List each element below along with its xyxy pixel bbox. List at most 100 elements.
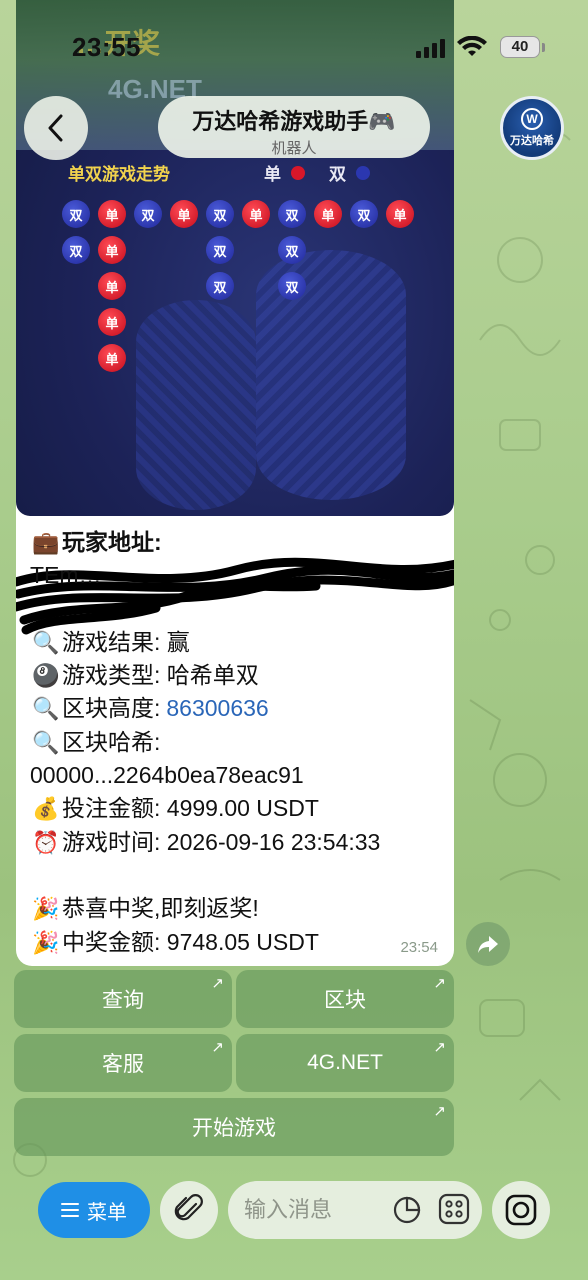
share-arrow-icon — [478, 936, 498, 953]
start-game-button[interactable]: 开始游戏 ↗ — [14, 1098, 454, 1156]
player-address: TEm… — [30, 562, 102, 589]
prize-amount: 中奖金额: 9748.05 USDT — [62, 928, 319, 955]
emoji-grid-icon[interactable] — [438, 1193, 470, 1225]
player-address-row: TEm… — [30, 559, 450, 592]
game-time: 游戏时间: 2026-09-16 23:54:33 — [62, 828, 381, 855]
trend-cell: 单 — [242, 200, 270, 228]
money-bag-icon: 💰 — [32, 796, 60, 822]
menu-button[interactable]: 菜单 — [38, 1182, 150, 1238]
trend-cell: 双 — [62, 200, 90, 228]
type-row: 🎱 游戏类型: 哈希单双 — [30, 659, 450, 692]
trend-cell: 双 — [62, 236, 90, 264]
external-arrow-icon: ↗ — [433, 975, 446, 992]
trend-cell: 双 — [206, 236, 234, 264]
game-type: 游戏类型: 哈希单双 — [62, 662, 259, 689]
trend-cell: 双 — [278, 200, 306, 228]
bot-avatar[interactable]: W 万达哈希 — [500, 96, 564, 160]
battery-icon: 40 — [500, 36, 540, 58]
magnifier-icon: 🔍 — [32, 729, 60, 755]
height-row: 🔍 区块高度: 86300636 — [30, 692, 450, 725]
player-label: 玩家地址: — [62, 529, 162, 555]
chip-stack — [136, 300, 256, 510]
trend-cell: 单 — [98, 344, 126, 372]
party-popper-icon: 🎉 — [32, 896, 60, 922]
block-hash: 00000...2264b0ea78eac91 — [30, 762, 304, 789]
avatar-text: 万达哈希 — [510, 135, 554, 147]
external-arrow-icon: ↗ — [433, 1039, 446, 1056]
magnifier-icon: 🔍 — [32, 629, 60, 655]
legend-label-shuang: 双 — [329, 165, 346, 184]
billiard-ball-icon: 🎱 — [32, 663, 60, 689]
chevron-left-icon — [48, 114, 63, 142]
avatar-logo-icon: W — [521, 108, 543, 130]
legend-dot-dan — [291, 165, 305, 180]
congrats-text: 恭喜中奖,即刻返奖! — [62, 895, 259, 922]
wifi-icon — [457, 36, 487, 56]
cellular-signal-icon — [416, 39, 445, 58]
forward-button[interactable] — [466, 922, 510, 966]
support-button[interactable]: 客服 ↗ — [14, 1034, 232, 1092]
game-result: 游戏结果: 赢 — [62, 628, 190, 655]
message-text: 💼 玩家地址: TEm… 🔍 游戏结果: 赢 🎱 游戏类型: 哈希单双 🔍 区块… — [30, 526, 450, 959]
query-button-label: 查询 — [102, 989, 144, 1012]
player-row: 💼 玩家地址: — [30, 526, 450, 559]
chat-title[interactable]: 万达哈希游戏助手🎮 机器人 — [158, 96, 430, 158]
trend-cell: 双 — [206, 272, 234, 300]
status-bar: 23:55 40 — [0, 0, 588, 92]
party-popper-icon: 🎉 — [32, 929, 60, 955]
message-input[interactable] — [244, 1193, 394, 1227]
trend-cell: 单 — [98, 200, 126, 228]
trend-cell: 单 — [98, 308, 126, 336]
trend-title: 单双游戏走势 — [68, 165, 170, 184]
menu-button-label: 菜单 — [87, 1201, 127, 1224]
trend-cell: 单 — [386, 200, 414, 228]
trend-cell: 双 — [278, 272, 306, 300]
site-button-label: 4G.NET — [307, 1051, 383, 1074]
external-arrow-icon: ↗ — [211, 975, 224, 992]
chat-subtitle: 机器人 — [271, 140, 317, 157]
magnifier-icon: 🔍 — [32, 696, 60, 722]
block-height-link[interactable]: 86300636 — [166, 692, 268, 725]
hash-value-row: 00000...2264b0ea78eac91 — [30, 759, 450, 792]
bet-amount: 投注金额: 4999.00 USDT — [62, 795, 319, 822]
site-button[interactable]: 4G.NET ↗ — [236, 1034, 454, 1092]
paperclip-icon — [174, 1194, 203, 1221]
attach-button[interactable] — [160, 1181, 218, 1239]
sticker-icon[interactable] — [392, 1195, 422, 1225]
legend-dot-shuang — [356, 165, 370, 180]
message-timestamp: 23:54 — [400, 939, 438, 956]
time-row: ⏰ 游戏时间: 2026-09-16 23:54:33 — [30, 826, 450, 859]
congrats-row: 🎉 恭喜中奖,即刻返奖! — [30, 892, 450, 925]
result-row: 🔍 游戏结果: 赢 — [30, 626, 450, 659]
hash-row: 🔍 区块哈希: — [30, 726, 450, 759]
briefcase-icon: 💼 — [32, 530, 60, 555]
camera-button[interactable] — [492, 1181, 550, 1239]
bet-row: 💰 投注金额: 4999.00 USDT — [30, 792, 450, 825]
trend-cell: 双 — [206, 200, 234, 228]
back-button[interactable] — [24, 96, 88, 160]
trend-cell: 单 — [98, 272, 126, 300]
camera-icon — [505, 1194, 537, 1226]
support-button-label: 客服 — [102, 1053, 144, 1076]
message-input-box[interactable] — [228, 1181, 482, 1239]
start-game-button-label: 开始游戏 — [192, 1117, 276, 1140]
trend-cell: 单 — [170, 200, 198, 228]
trend-cell: 双 — [278, 236, 306, 264]
battery-tip — [542, 43, 545, 52]
trend-cell: 双 — [134, 200, 162, 228]
trend-cell: 单 — [98, 236, 126, 264]
block-hash-label: 区块哈希: — [62, 728, 161, 755]
trend-cell: 双 — [350, 200, 378, 228]
battery-level: 40 — [511, 38, 529, 55]
legend-label-dan: 单 — [264, 165, 281, 184]
chat-title-name: 万达哈希游戏助手🎮 — [192, 109, 396, 134]
trend-legend: 单 双 — [264, 160, 370, 185]
query-button[interactable]: 查询 ↗ — [14, 970, 232, 1028]
menu-icon — [61, 1203, 79, 1217]
player-address-line2 — [30, 593, 450, 626]
block-button[interactable]: 区块 ↗ — [236, 970, 454, 1028]
block-button-label: 区块 — [324, 989, 366, 1012]
trend-cell: 单 — [314, 200, 342, 228]
external-arrow-icon: ↗ — [211, 1039, 224, 1056]
